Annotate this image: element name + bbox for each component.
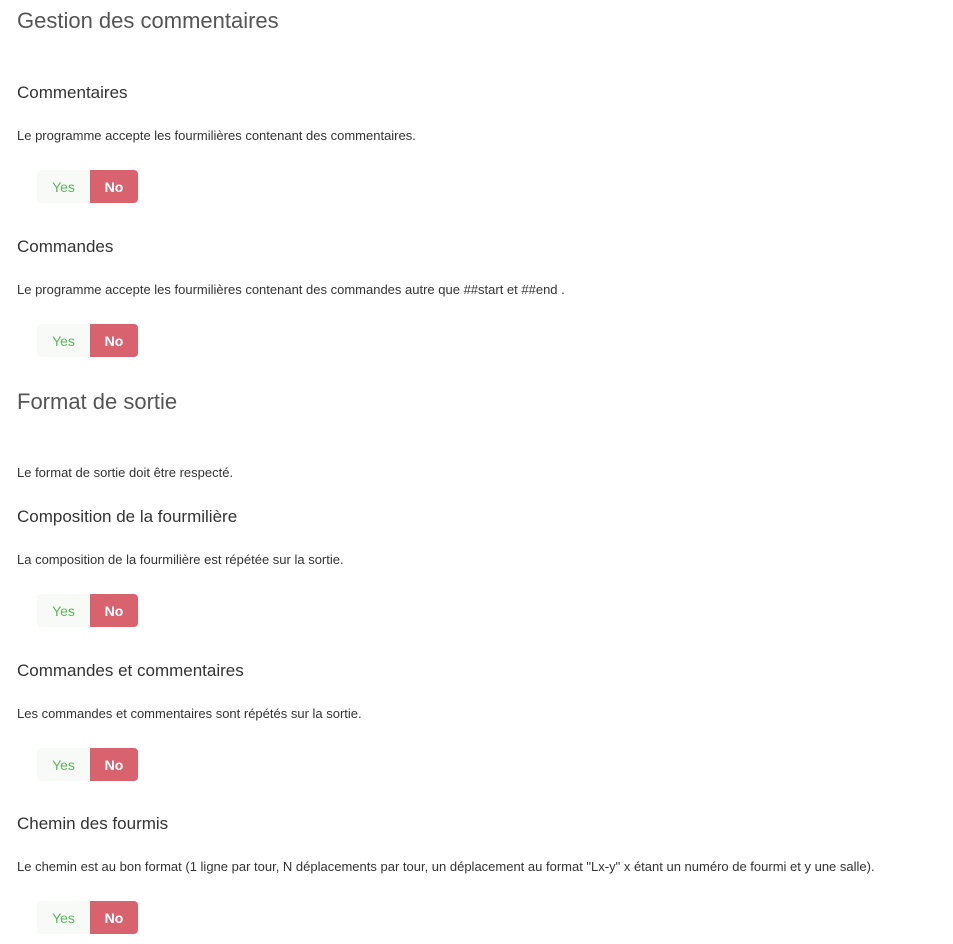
commandes-yes-no-toggle: Yes No	[37, 324, 138, 357]
chemin-yes-button[interactable]: Yes	[37, 901, 90, 934]
composition-yes-no-toggle: Yes No	[37, 594, 138, 627]
question-description-composition-de-la-fourmiliere: La composition de la fourmilière est rép…	[17, 552, 344, 567]
section-title-gestion-des-commentaires: Gestion des commentaires	[17, 8, 279, 33]
composition-no-button[interactable]: No	[90, 594, 138, 627]
commandes-et-commentaires-yes-button[interactable]: Yes	[37, 748, 90, 781]
commentaires-yes-no-toggle: Yes No	[37, 170, 138, 203]
question-title-chemin-des-fourmis: Chemin des fourmis	[17, 814, 169, 833]
question-title-composition-de-la-fourmiliere: Composition de la fourmilière	[17, 507, 238, 526]
commandes-yes-button[interactable]: Yes	[37, 324, 90, 357]
commandes-et-commentaires-no-button[interactable]: No	[90, 748, 138, 781]
commentaires-yes-button[interactable]: Yes	[37, 170, 90, 203]
commandes-et-commentaires-yes-no-toggle: Yes No	[37, 748, 138, 781]
chemin-yes-no-toggle: Yes No	[37, 901, 138, 934]
composition-yes-button[interactable]: Yes	[37, 594, 90, 627]
question-description-commentaires: Le programme accepte les fourmilières co…	[17, 128, 416, 143]
commandes-no-button[interactable]: No	[90, 324, 138, 357]
question-title-commandes: Commandes	[17, 237, 114, 256]
commentaires-no-button[interactable]: No	[90, 170, 138, 203]
question-description-commandes: Le programme accepte les fourmilières co…	[17, 282, 565, 297]
question-title-commentaires: Commentaires	[17, 83, 128, 102]
section-title-format-de-sortie: Format de sortie	[17, 389, 178, 414]
question-description-commandes-et-commentaires: Les commandes et commentaires sont répét…	[17, 706, 362, 721]
chemin-no-button[interactable]: No	[90, 901, 138, 934]
question-description-chemin-des-fourmis: Le chemin est au bon format (1 ligne par…	[17, 859, 875, 874]
section-intro-format-de-sortie: Le format de sortie doit être respecté.	[17, 465, 234, 480]
question-title-commandes-et-commentaires: Commandes et commentaires	[17, 661, 244, 680]
